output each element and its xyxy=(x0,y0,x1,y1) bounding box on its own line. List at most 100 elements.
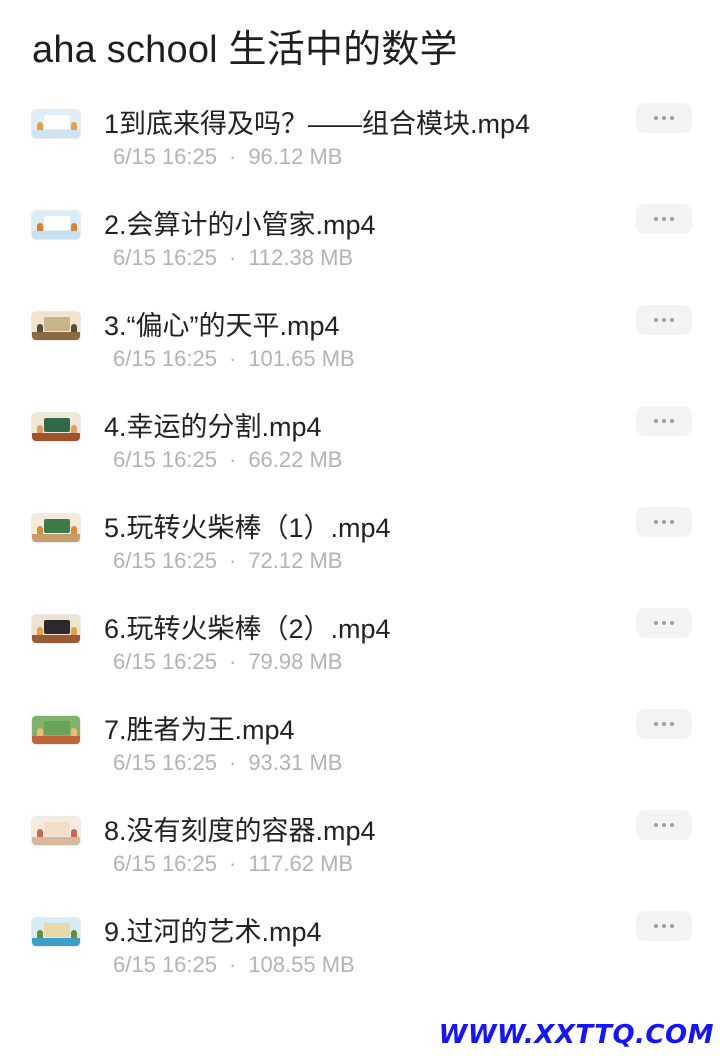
thumbnail-ground xyxy=(32,433,80,441)
file-name[interactable]: 6.玩转火柴棒（2）.mp4 xyxy=(104,607,391,646)
file-list: 1到底来得及吗？——组合模块.mp4 6/15 16:25 · 96.12 MB 2… xyxy=(0,100,720,1009)
more-options-button[interactable] xyxy=(636,709,692,739)
thumbnail-board xyxy=(44,115,70,129)
file-size: 72.12 MB xyxy=(248,548,343,573)
thumbnail-ground xyxy=(32,231,80,239)
file-name[interactable]: 1到底来得及吗？——组合模块.mp4 xyxy=(104,102,530,141)
meta-separator: · xyxy=(228,750,237,775)
meta-separator: · xyxy=(228,245,237,270)
more-dot-icon xyxy=(654,217,658,221)
more-dot-icon xyxy=(670,924,674,928)
file-row[interactable]: 8.没有刻度的容器.mp4 6/15 16:25 · 117.62 MB xyxy=(0,807,720,908)
more-dot-icon xyxy=(654,621,658,625)
file-name[interactable]: 2.会算计的小管家.mp4 xyxy=(104,203,376,242)
file-name[interactable]: 5.玩转火柴棒（1）.mp4 xyxy=(104,506,391,545)
file-name[interactable]: 3.“偏心”的天平.mp4 xyxy=(104,304,340,343)
meta-separator: · xyxy=(228,952,237,977)
file-meta: 6/15 16:25 · 72.12 MB xyxy=(113,548,342,574)
more-dot-icon xyxy=(670,621,674,625)
thumbnail-board xyxy=(44,923,70,937)
thumbnail-board xyxy=(44,822,70,836)
file-meta: 6/15 16:25 · 66.22 MB xyxy=(113,447,342,473)
video-thumbnail xyxy=(32,918,80,946)
file-size: 101.65 MB xyxy=(248,346,355,371)
meta-separator: · xyxy=(228,346,237,371)
file-size: 93.31 MB xyxy=(248,750,343,775)
file-date: 6/15 16:25 xyxy=(113,144,217,169)
thumbnail-ground xyxy=(32,534,80,542)
more-dot-icon xyxy=(654,924,658,928)
more-dot-icon xyxy=(662,621,666,625)
file-meta: 6/15 16:25 · 108.55 MB xyxy=(113,952,355,978)
more-options-button[interactable] xyxy=(636,103,692,133)
more-options-button[interactable] xyxy=(636,608,692,638)
more-dot-icon xyxy=(670,823,674,827)
thumbnail-board xyxy=(44,620,70,634)
file-date: 6/15 16:25 xyxy=(113,447,217,472)
file-date: 6/15 16:25 xyxy=(113,952,217,977)
file-date: 6/15 16:25 xyxy=(113,750,217,775)
thumbnail-board xyxy=(44,519,70,533)
more-dot-icon xyxy=(654,318,658,322)
file-size: 117.62 MB xyxy=(248,851,354,876)
file-size: 108.55 MB xyxy=(248,952,355,977)
more-options-button[interactable] xyxy=(636,406,692,436)
more-options-button[interactable] xyxy=(636,507,692,537)
more-options-button[interactable] xyxy=(636,305,692,335)
file-name[interactable]: 4.幸运的分割.mp4 xyxy=(104,405,322,444)
file-meta: 6/15 16:25 · 117.62 MB xyxy=(113,851,353,877)
video-thumbnail xyxy=(32,413,80,441)
more-dot-icon xyxy=(662,217,666,221)
more-options-button[interactable] xyxy=(636,204,692,234)
file-date: 6/15 16:25 xyxy=(113,346,217,371)
file-date: 6/15 16:25 xyxy=(113,245,217,270)
meta-separator: · xyxy=(228,851,237,876)
file-name[interactable]: 7.胜者为王.mp4 xyxy=(104,708,295,747)
file-row[interactable]: 7.胜者为王.mp4 6/15 16:25 · 93.31 MB xyxy=(0,706,720,807)
thumbnail-ground xyxy=(32,332,80,340)
video-thumbnail xyxy=(32,817,80,845)
more-dot-icon xyxy=(670,318,674,322)
thumbnail-ground xyxy=(32,837,80,845)
file-row[interactable]: 5.玩转火柴棒（1）.mp4 6/15 16:25 · 72.12 MB xyxy=(0,504,720,605)
thumbnail-ground xyxy=(32,736,80,744)
video-thumbnail xyxy=(32,211,80,239)
file-meta: 6/15 16:25 · 101.65 MB xyxy=(113,346,355,372)
page-title: aha school 生活中的数学 xyxy=(32,29,458,71)
more-dot-icon xyxy=(654,520,658,524)
file-date: 6/15 16:25 xyxy=(113,649,217,674)
meta-separator: · xyxy=(228,649,237,674)
video-thumbnail xyxy=(32,716,80,744)
more-dot-icon xyxy=(662,924,666,928)
more-dot-icon xyxy=(662,318,666,322)
more-dot-icon xyxy=(670,217,674,221)
file-row[interactable]: 2.会算计的小管家.mp4 6/15 16:25 · 112.38 MB xyxy=(0,201,720,302)
file-row[interactable]: 6.玩转火柴棒（2）.mp4 6/15 16:25 · 79.98 MB xyxy=(0,605,720,706)
video-thumbnail xyxy=(32,514,80,542)
more-dot-icon xyxy=(670,116,674,120)
meta-separator: · xyxy=(228,447,237,472)
more-options-button[interactable] xyxy=(636,911,692,941)
more-dot-icon xyxy=(670,520,674,524)
more-dot-icon xyxy=(654,823,658,827)
file-size: 96.12 MB xyxy=(248,144,343,169)
file-row[interactable]: 1到底来得及吗？——组合模块.mp4 6/15 16:25 · 96.12 MB xyxy=(0,100,720,201)
file-date: 6/15 16:25 xyxy=(113,548,217,573)
file-row[interactable]: 9.过河的艺术.mp4 6/15 16:25 · 108.55 MB xyxy=(0,908,720,1009)
watermark: WWW.XXTTQ.COM xyxy=(438,1020,714,1050)
thumbnail-ground xyxy=(32,635,80,643)
video-thumbnail xyxy=(32,312,80,340)
more-dot-icon xyxy=(654,419,658,423)
file-name[interactable]: 9.过河的艺术.mp4 xyxy=(104,910,322,949)
file-meta: 6/15 16:25 · 112.38 MB xyxy=(113,245,353,271)
more-dot-icon xyxy=(662,722,666,726)
more-dot-icon xyxy=(662,419,666,423)
more-options-button[interactable] xyxy=(636,810,692,840)
file-row[interactable]: 3.“偏心”的天平.mp4 6/15 16:25 · 101.65 MB xyxy=(0,302,720,403)
more-dot-icon xyxy=(662,520,666,524)
more-dot-icon xyxy=(670,722,674,726)
file-meta: 6/15 16:25 · 96.12 MB xyxy=(113,144,342,170)
file-name[interactable]: 8.没有刻度的容器.mp4 xyxy=(104,809,376,848)
video-thumbnail xyxy=(32,615,80,643)
file-row[interactable]: 4.幸运的分割.mp4 6/15 16:25 · 66.22 MB xyxy=(0,403,720,504)
